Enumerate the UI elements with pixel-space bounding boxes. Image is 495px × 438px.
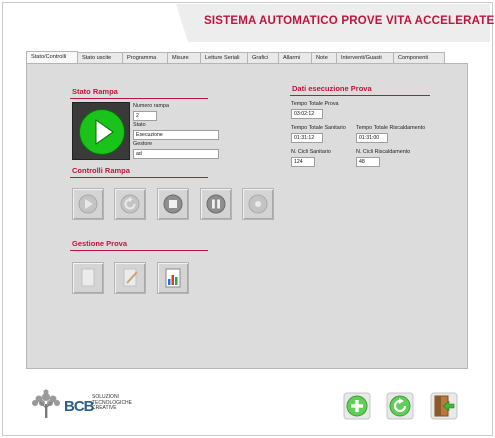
add-icon — [343, 392, 371, 420]
refresh-button[interactable] — [386, 392, 414, 420]
controlli-rampa-divider — [70, 177, 208, 178]
tab-componenti[interactable]: Componenti — [393, 52, 445, 63]
numero-rampa-field: 2 — [133, 111, 157, 121]
tab-stato-uscite[interactable]: Stato uscite — [77, 52, 123, 63]
edit-icon — [123, 268, 138, 287]
gestore-label: Gestore — [133, 141, 153, 147]
tree-logo-icon — [32, 389, 60, 418]
company-logo: BCB SOLUZIONI TECNOLOGICHE CREATIVE — [24, 388, 164, 422]
tab-stato-controlli[interactable]: Stato/Controlli — [26, 51, 78, 63]
logo-line-3: CREATIVE — [92, 405, 117, 412]
refresh-icon — [386, 392, 414, 420]
titlebar-accent — [176, 4, 188, 42]
tab-programma[interactable]: Programma — [122, 52, 168, 63]
status-lamp — [79, 109, 125, 155]
numero-rampa-label: Numero rampa — [133, 103, 169, 109]
tempo-totale-sanitario-field: 01:31:12 — [291, 133, 323, 143]
play-status-icon — [95, 119, 114, 145]
reset-button[interactable] — [114, 188, 146, 220]
tab-allarmi[interactable]: Allarmi — [278, 52, 312, 63]
gestione-prova-title: Gestione Prova — [72, 239, 128, 248]
tempo-totale-prova-field: 03:02:12 — [291, 109, 323, 119]
cicli-sanitario-label: N. Cicli Sanitario — [291, 149, 331, 155]
tab-misure[interactable]: Misure — [167, 52, 201, 63]
report-button[interactable] — [157, 262, 189, 294]
cicli-riscaldamento-label: N. Cicli Riscaldamento — [356, 149, 411, 155]
exit-button[interactable] — [430, 392, 458, 420]
app-title: SISTEMA AUTOMATICO PROVE VITA ACCELERATE — [204, 15, 495, 27]
tab-interventi-guasti[interactable]: Interventi/Guasti — [336, 52, 394, 63]
tempo-totale-prova-label: Tempo Totale Prova — [291, 101, 339, 107]
add-button[interactable] — [343, 392, 371, 420]
cicli-riscaldamento-field: 48 — [356, 157, 380, 167]
tab-grafici[interactable]: Grafici — [247, 52, 279, 63]
logo-tagline: SOLUZIONI TECNOLOGICHE CREATIVE — [92, 394, 132, 412]
stato-label: Stato — [133, 122, 146, 128]
tempo-totale-riscaldamento-field: 01:31:00 — [356, 133, 388, 143]
tab-note[interactable]: Note — [311, 52, 337, 63]
report-chart-icon — [165, 268, 181, 288]
play-button[interactable] — [72, 188, 104, 220]
new-document-button[interactable] — [72, 262, 104, 294]
tempo-totale-sanitario-label: Tempo Totale Sanitario — [291, 125, 346, 131]
pause-button[interactable] — [200, 188, 232, 220]
stato-rampa-divider — [70, 98, 208, 99]
document-icon — [81, 268, 95, 287]
record-button[interactable] — [242, 188, 274, 220]
gestore-field: ad — [133, 149, 219, 159]
stop-icon — [163, 194, 183, 214]
cicli-sanitario-field: 124 — [291, 157, 315, 167]
pause-icon — [206, 194, 226, 214]
stato-rampa-title: Stato Rampa — [72, 87, 118, 96]
dati-esecuzione-divider — [290, 95, 430, 96]
stato-field: Esecuzione — [133, 130, 219, 140]
play-icon — [78, 194, 98, 214]
ramp-status-indicator — [72, 102, 130, 160]
gestione-prova-divider — [70, 250, 208, 251]
dati-esecuzione-title: Dati esecuzione Prova — [292, 84, 372, 93]
controlli-rampa-title: Controlli Rampa — [72, 166, 130, 175]
tempo-totale-riscaldamento-label: Tempo Totale Riscaldamento — [356, 125, 426, 131]
reset-icon — [120, 194, 140, 214]
exit-icon — [430, 392, 458, 420]
edit-button[interactable] — [114, 262, 146, 294]
logo-mark: BCB — [64, 398, 94, 415]
tab-letture-seriali[interactable]: Letture Seriali — [200, 52, 248, 63]
record-icon — [248, 194, 268, 214]
stop-button[interactable] — [157, 188, 189, 220]
